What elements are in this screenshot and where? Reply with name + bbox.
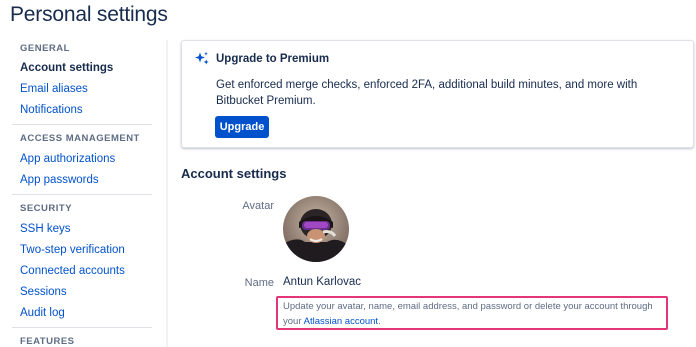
sidebar-item-app-authorizations[interactable]: App authorizations: [20, 153, 115, 165]
sidebar-heading-features: FEATURES: [20, 336, 75, 347]
upgrade-description: Get enforced merge checks, enforced 2FA,…: [216, 79, 638, 107]
sidebar-heading-access-management: ACCESS MANAGEMENT: [20, 133, 140, 144]
sidebar-item-app-passwords[interactable]: App passwords: [20, 174, 99, 186]
sidebar-heading-general: GENERAL: [20, 43, 70, 54]
sidebar-item-ssh-keys[interactable]: SSH keys: [20, 223, 71, 235]
sidebar-item-account-settings[interactable]: Account settings: [20, 62, 113, 74]
atlassian-account-link[interactable]: Atlassian account: [304, 316, 378, 327]
sidebar: GENERAL Account settings Email aliases N…: [0, 0, 170, 347]
upgrade-premium-card: Upgrade to Premium Get enforced merge ch…: [181, 40, 694, 148]
sidebar-divider: [12, 194, 152, 195]
account-info-text: Update your avatar, name, email address,…: [283, 299, 663, 329]
sidebar-divider: [12, 327, 152, 328]
sidebar-heading-security: SECURITY: [20, 203, 73, 214]
sidebar-item-two-step-verification[interactable]: Two-step verification: [20, 244, 125, 256]
upgrade-title: Upgrade to Premium: [216, 53, 330, 65]
upgrade-button[interactable]: Upgrade: [215, 116, 269, 138]
account-settings-title: Account settings: [181, 166, 287, 181]
sparkle-icon: [194, 51, 210, 67]
sidebar-divider: [12, 124, 152, 125]
name-value: Antun Karlovac: [283, 276, 361, 288]
avatar-label: Avatar: [242, 200, 274, 212]
sidebar-item-sessions[interactable]: Sessions: [20, 286, 67, 298]
sidebar-border: [166, 40, 168, 347]
avatar[interactable]: [283, 196, 349, 262]
name-label: Name: [244, 277, 274, 289]
sidebar-item-email-aliases[interactable]: Email aliases: [20, 83, 88, 95]
sidebar-item-connected-accounts[interactable]: Connected accounts: [20, 265, 125, 277]
sidebar-item-audit-log[interactable]: Audit log: [20, 307, 65, 319]
sidebar-item-notifications[interactable]: Notifications: [20, 104, 83, 116]
account-info-suffix: .: [378, 316, 381, 327]
